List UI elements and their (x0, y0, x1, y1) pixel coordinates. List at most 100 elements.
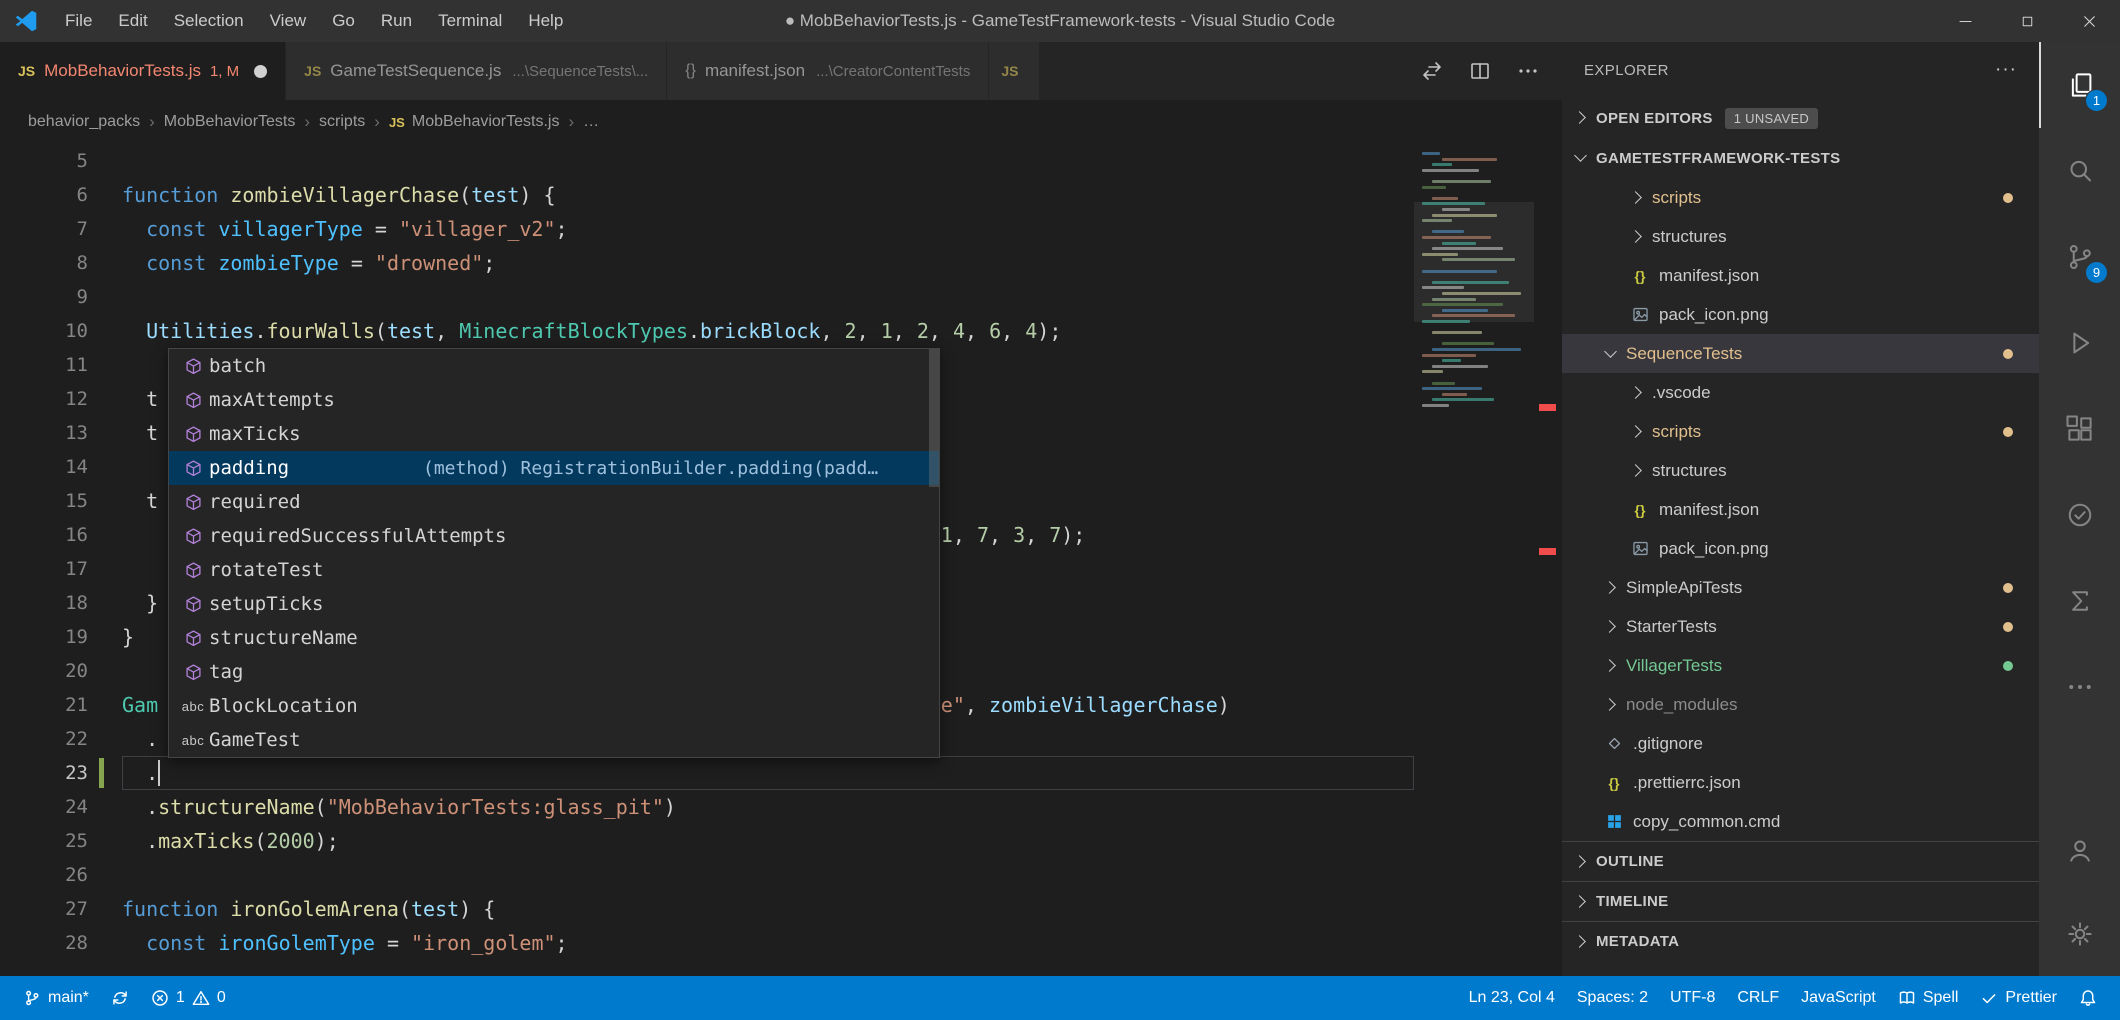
source-control-activity-icon[interactable]: 9 (2039, 214, 2120, 300)
breadcrumb-item[interactable]: scripts (319, 113, 365, 131)
suggest-scrollbar[interactable] (929, 349, 939, 487)
status-branch[interactable]: main* (12, 976, 100, 1020)
status-problems[interactable]: 10 (140, 976, 237, 1020)
tree-item-manifest.json[interactable]: {}manifest.json (1562, 256, 2039, 295)
suggestion-BlockLocation[interactable]: abcBlockLocation (169, 689, 939, 723)
tree-item-SimpleApiTests[interactable]: SimpleApiTests (1562, 568, 2039, 607)
settings-icon[interactable] (2039, 892, 2120, 976)
modified-dot-icon[interactable] (254, 65, 267, 78)
status-cursor-position[interactable]: Ln 23, Col 4 (1458, 976, 1566, 1020)
tree-item-label: pack_icon.png (1659, 305, 1769, 325)
tree-item-node_modules[interactable]: node_modules (1562, 685, 2039, 724)
breadcrumb-item[interactable]: MobBehaviorTests (164, 113, 296, 131)
status-label: Prettier (2005, 989, 2057, 1007)
suggestion-maxTicks[interactable]: maxTicks (169, 417, 939, 451)
suggestion-structureName[interactable]: structureName (169, 621, 939, 655)
suggestion-tag[interactable]: tag (169, 655, 939, 689)
tree-item-.vscode[interactable]: .vscode (1562, 373, 2039, 412)
tree-item-copy_common.cmd[interactable]: copy_common.cmd (1562, 802, 2039, 841)
breadcrumb-file[interactable]: MobBehaviorTests.js (412, 113, 560, 131)
line-number: 9 (0, 280, 88, 314)
suggestion-padding[interactable]: padding(method) RegistrationBuilder.padd… (169, 451, 939, 485)
line-number: 11 (0, 348, 88, 382)
menu-terminal[interactable]: Terminal (425, 0, 515, 42)
menu-edit[interactable]: Edit (105, 0, 160, 42)
sidebar-more-actions-icon[interactable]: ··· (1995, 59, 2017, 81)
tree-item-pack_icon.png[interactable]: pack_icon.png (1562, 529, 2039, 568)
method-symbol-icon (177, 459, 209, 478)
menu-help[interactable]: Help (515, 0, 576, 42)
split-editor-icon[interactable] (1456, 42, 1504, 100)
suggestion-batch[interactable]: batch (169, 349, 939, 383)
suggestion-GameTest[interactable]: abcGameTest (169, 723, 939, 757)
menu-view[interactable]: View (257, 0, 320, 42)
status-eol[interactable]: CRLF (1726, 976, 1790, 1020)
tree-item-structures[interactable]: structures (1562, 217, 2039, 256)
panel-timeline[interactable]: TIMELINE (1562, 881, 2039, 921)
title-bar: FileEditSelectionViewGoRunTerminalHelp ●… (0, 0, 2120, 42)
status-encoding[interactable]: UTF-8 (1659, 976, 1726, 1020)
more-actions-icon[interactable] (1504, 42, 1552, 100)
menu-go[interactable]: Go (319, 0, 368, 42)
suggestion-requiredSuccessfulAttempts[interactable]: requiredSuccessfulAttempts (169, 519, 939, 553)
breadcrumb-symbol-placeholder[interactable]: … (583, 113, 599, 131)
tree-item-SequenceTests[interactable]: SequenceTests (1562, 334, 2039, 373)
breadcrumb-item[interactable]: behavior_packs (28, 113, 140, 131)
panel-metadata[interactable]: METADATA (1562, 921, 2039, 961)
chevron-right-icon (1572, 933, 1590, 951)
tree-item-structures[interactable]: structures (1562, 451, 2039, 490)
suggestion-required[interactable]: required (169, 485, 939, 519)
tree-item-.prettierrc.json[interactable]: {}.prettierrc.json (1562, 763, 2039, 802)
tree-item-pack_icon.png[interactable]: pack_icon.png (1562, 295, 2039, 334)
menu-run[interactable]: Run (368, 0, 425, 42)
file-tree: scriptsstructures{}manifest.jsonpack_ico… (1562, 178, 2039, 841)
account-icon[interactable] (2039, 808, 2120, 892)
status-notifications[interactable] (2068, 976, 2108, 1020)
tab-label: GameTestSequence.js (330, 61, 501, 81)
git-status-dot-icon (2003, 661, 2013, 671)
testing-activity-icon[interactable] (2039, 472, 2120, 558)
minimize-icon[interactable] (1934, 0, 1996, 42)
tab-partial[interactable]: JS (989, 42, 1039, 100)
gutter (88, 178, 122, 212)
tree-item-.gitignore[interactable]: .gitignore (1562, 724, 2039, 763)
status-spell[interactable]: Spell (1887, 976, 1970, 1020)
suggestion-setupTicks[interactable]: setupTicks (169, 587, 939, 621)
gutter (88, 586, 122, 620)
tab-GameTestSequence.js[interactable]: JSGameTestSequence.js...\SequenceTests\.… (286, 42, 666, 100)
suggestion-maxAttempts[interactable]: maxAttempts (169, 383, 939, 417)
git-change-indicator (99, 758, 104, 788)
status-language[interactable]: JavaScript (1790, 976, 1887, 1020)
tree-item-scripts[interactable]: scripts (1562, 412, 2039, 451)
menu-selection[interactable]: Selection (161, 0, 257, 42)
line-text (122, 144, 1414, 178)
panel-outline[interactable]: OUTLINE (1562, 841, 2039, 881)
status-sync[interactable] (100, 976, 140, 1020)
workspace-root-header[interactable]: GAMETESTFRAMEWORK-TESTS (1562, 138, 2039, 178)
open-editors-header[interactable]: OPEN EDITORS 1 UNSAVED (1562, 98, 2039, 138)
tab-MobBehaviorTests.js[interactable]: JSMobBehaviorTests.js1, M (0, 42, 285, 100)
output-activity-icon[interactable] (2039, 558, 2120, 644)
tab-manifest.json[interactable]: {}manifest.json...\CreatorContentTests (667, 42, 988, 100)
tree-item-scripts[interactable]: scripts (1562, 178, 2039, 217)
maximize-icon[interactable] (1996, 0, 2058, 42)
open-changes-icon[interactable] (1408, 42, 1456, 100)
tree-item-manifest.json[interactable]: {}manifest.json (1562, 490, 2039, 529)
suggestion-rotateTest[interactable]: rotateTest (169, 553, 939, 587)
status-prettier[interactable]: Prettier (1969, 976, 2068, 1020)
search-activity-icon[interactable] (2039, 128, 2120, 214)
status-indentation[interactable]: Spaces: 2 (1566, 976, 1659, 1020)
close-icon[interactable] (2058, 0, 2120, 42)
tree-item-StarterTests[interactable]: StarterTests (1562, 607, 2039, 646)
minimap[interactable] (1414, 144, 1534, 976)
line-text: .structureName("MobBehaviorTests:glass_p… (122, 790, 1414, 824)
status-label: Spaces: 2 (1577, 989, 1648, 1007)
run-debug-activity-icon[interactable] (2039, 300, 2120, 386)
error-icon (151, 989, 169, 1007)
explorer-activity-icon[interactable]: 1 (2039, 42, 2120, 128)
more-activity-icon[interactable] (2039, 644, 2120, 730)
text-cursor (158, 760, 160, 786)
tree-item-VillagerTests[interactable]: VillagerTests (1562, 646, 2039, 685)
menu-file[interactable]: File (52, 0, 105, 42)
extensions-activity-icon[interactable] (2039, 386, 2120, 472)
